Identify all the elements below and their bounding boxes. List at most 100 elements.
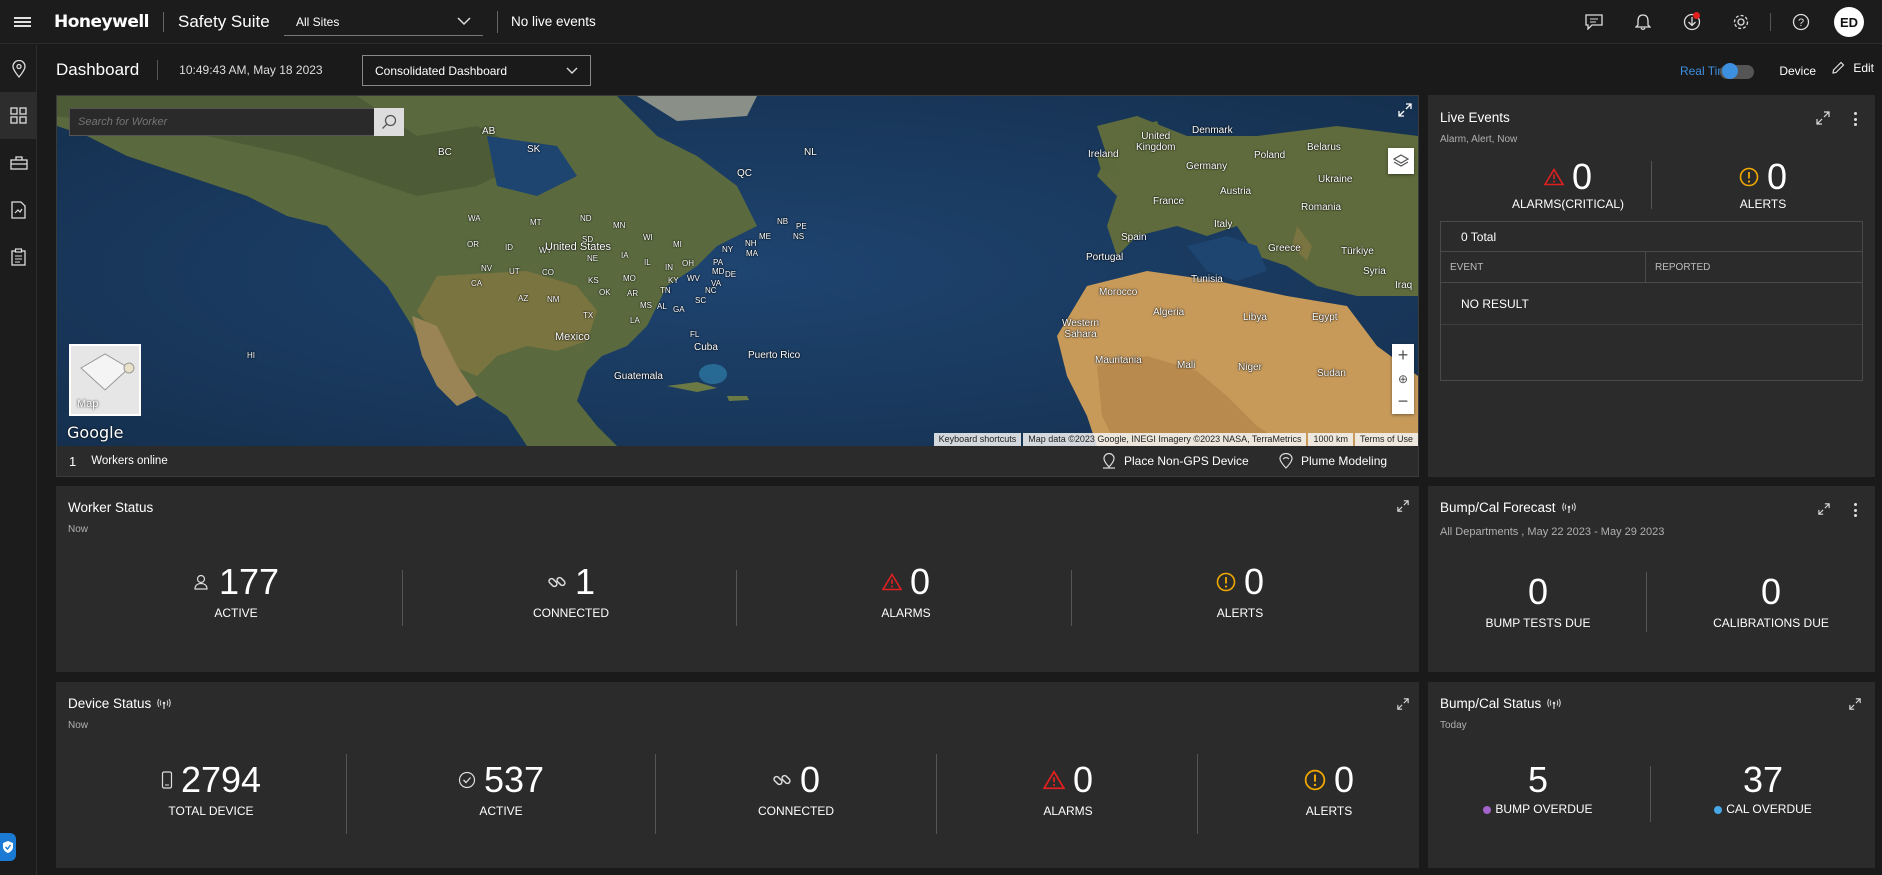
- google-logo: Google: [67, 423, 124, 442]
- more-options-icon[interactable]: [1851, 502, 1859, 518]
- workers-alerts-stat: 0 ALERTS: [1140, 562, 1340, 620]
- alerts-stat: 0 ALERTS: [1668, 157, 1858, 211]
- workers-alarms-stat: 0 ALARMS: [806, 561, 1006, 621]
- nav-clipboard-icon[interactable]: [0, 233, 37, 280]
- events-total: 0 Total: [1441, 222, 1862, 252]
- stat-value: 177: [218, 561, 280, 602]
- place-pin-icon: [1103, 453, 1115, 469]
- more-options-icon[interactable]: [1851, 111, 1859, 127]
- expand-icon[interactable]: [1816, 111, 1830, 125]
- left-navigation: [0, 45, 37, 875]
- link-icon: [548, 576, 566, 588]
- stat-label: CONNECTED: [757, 804, 834, 818]
- search-icon: [382, 114, 397, 129]
- calibrations-due-stat: 0 CALIBRATIONS DUE: [1676, 571, 1866, 631]
- edit-button[interactable]: Edit: [1831, 61, 1874, 75]
- nav-dashboard-icon[interactable]: [0, 92, 37, 139]
- hamburger-menu-icon[interactable]: [0, 0, 44, 44]
- expand-icon[interactable]: [1397, 698, 1409, 710]
- workers-online-count: 1: [69, 453, 77, 469]
- card-title-wrap: Bump/Cal Status: [1440, 696, 1562, 711]
- alarms-critical-value: 0: [1571, 156, 1593, 197]
- stat-label: CALIBRATIONS DUE: [1713, 616, 1829, 630]
- stat-label: ALARMS: [881, 606, 931, 620]
- column-header-event[interactable]: EVENT: [1441, 252, 1646, 282]
- cal-dot: [1714, 805, 1723, 814]
- nav-map-pin-icon[interactable]: [0, 45, 37, 92]
- card-title-wrap: Device Status: [68, 696, 172, 711]
- locate-icon[interactable]: ⊕: [1392, 367, 1414, 390]
- shield-icon[interactable]: [0, 833, 16, 861]
- zoom-out-button[interactable]: −: [1392, 390, 1414, 413]
- realtime-device-toggle[interactable]: [1720, 63, 1754, 79]
- alarm-triangle-icon: [1042, 770, 1065, 790]
- stat-value: 0: [1243, 561, 1265, 602]
- expand-icon[interactable]: [1849, 698, 1861, 710]
- search-button[interactable]: [374, 108, 404, 136]
- workers-online-label: Workers online: [91, 455, 168, 467]
- keyboard-shortcuts-link[interactable]: Keyboard shortcuts: [933, 433, 1022, 446]
- map-type-toggle[interactable]: Map: [69, 344, 141, 416]
- stat-label: ALERTS: [1305, 804, 1353, 818]
- plume-modeling-button[interactable]: Plume Modeling: [1279, 453, 1387, 469]
- alerts-label: ALERTS: [1739, 197, 1787, 211]
- worker-status-card: Worker Status Now 177 ACTIVE 1 CONNECTED…: [56, 486, 1419, 672]
- product-name: Safety Suite: [163, 11, 270, 32]
- stat-value: 0: [1527, 571, 1549, 612]
- chevron-down-icon: [566, 67, 578, 74]
- bump-overdue-stat: 5 BUMP OVERDUE: [1448, 760, 1628, 816]
- plume-modeling-label: Plume Modeling: [1301, 454, 1388, 468]
- table-header: EVENT REPORTED: [1441, 252, 1862, 283]
- device-status-card: Device Status Now 2794 TOTAL DEVICE 537 …: [56, 682, 1419, 868]
- stat-label: BUMP TESTS DUE: [1485, 616, 1591, 630]
- notification-bell-icon[interactable]: [1629, 9, 1656, 36]
- stat-value: 0: [799, 759, 821, 800]
- stat-value: 0: [1760, 571, 1782, 612]
- stat-value: 0: [1333, 759, 1355, 800]
- card-title: Live Events: [1440, 110, 1510, 125]
- stat-value: 0: [909, 561, 931, 602]
- layers-icon[interactable]: [1388, 148, 1414, 174]
- zoom-in-button[interactable]: +: [1392, 344, 1414, 367]
- card-subtitle: Today: [1440, 720, 1467, 731]
- stat-label: ALERTS: [1216, 606, 1264, 620]
- stat-value: 37: [1742, 759, 1784, 800]
- alarms-critical-stat: 0 ALARMS(CRITICAL): [1478, 156, 1658, 212]
- nav-report-icon[interactable]: [0, 186, 37, 233]
- help-icon[interactable]: ?: [1787, 9, 1814, 36]
- workers-connected-stat: 1 CONNECTED: [471, 562, 671, 621]
- column-header-reported[interactable]: REPORTED: [1646, 252, 1710, 282]
- card-title: Bump/Cal Status: [1440, 696, 1542, 711]
- devices-alerts-stat: 0 ALERTS: [1239, 760, 1419, 818]
- alert-circle-icon: [1739, 167, 1759, 187]
- place-device-button[interactable]: Place Non-GPS Device: [1102, 453, 1249, 469]
- site-select[interactable]: All Sites: [284, 8, 483, 36]
- worker-search-input[interactable]: [70, 116, 370, 128]
- edit-label: Edit: [1853, 61, 1874, 75]
- fullscreen-icon[interactable]: [1394, 99, 1416, 121]
- live-events-status: No live events: [497, 11, 596, 33]
- expand-icon[interactable]: [1397, 500, 1409, 512]
- satellite-map[interactable]: AB SK BC QC NL WA MT ND MN OR ID WY SD W…: [57, 96, 1418, 446]
- dashboard-header: Dashboard 10:49:43 AM, May 18 2023 Conso…: [37, 45, 1882, 95]
- top-bar: Honeywell Safety Suite All Sites No live…: [0, 0, 1882, 44]
- chat-icon[interactable]: [1580, 9, 1607, 36]
- site-select-value: All Sites: [296, 14, 340, 29]
- worker-map-card: AB SK BC QC NL WA MT ND MN OR ID WY SD W…: [56, 95, 1419, 477]
- settings-gear-icon[interactable]: [1727, 9, 1754, 36]
- stat-label: CONNECTED: [532, 606, 609, 620]
- cal-overdue-stat: 37 CAL OVERDUE: [1673, 760, 1853, 816]
- download-icon[interactable]: [1678, 9, 1705, 36]
- card-subtitle: Now: [68, 720, 89, 731]
- stat-label: ACTIVE: [214, 606, 258, 620]
- expand-icon[interactable]: [1818, 503, 1830, 515]
- nav-toolbox-icon[interactable]: [0, 139, 37, 186]
- brand-logo: Honeywell: [54, 11, 150, 32]
- page-title: Dashboard: [56, 60, 140, 79]
- stat-value: 537: [483, 759, 545, 800]
- user-avatar[interactable]: ED: [1834, 7, 1864, 37]
- terms-link[interactable]: Terms of Use: [1354, 433, 1418, 446]
- map-data-credit: Map data ©2023 Google, INEGI Imagery ©20…: [1023, 433, 1307, 446]
- card-title: Bump/Cal Forecast: [1440, 500, 1556, 515]
- dashboard-select[interactable]: Consolidated Dashboard: [362, 55, 591, 86]
